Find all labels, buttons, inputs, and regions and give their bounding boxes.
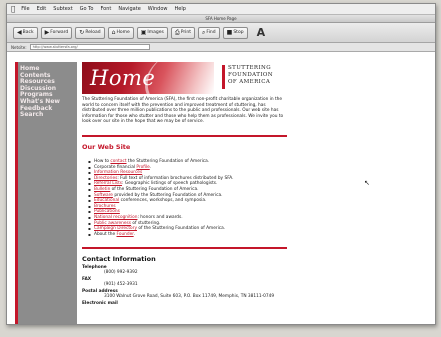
sidebar-links: Home Contents Resources Discussion Progr… (20, 65, 60, 119)
section-divider (82, 247, 287, 250)
org-name: Stuttering Foundation of America (228, 65, 273, 86)
reload-icon: ↻ (79, 29, 85, 36)
section-divider (82, 134, 287, 137)
forward-button-label: Forward (50, 30, 69, 35)
list-item-text: Corporate financial (94, 164, 137, 170)
list-item-link[interactable]: Bulletin (94, 187, 110, 192)
menu-font[interactable]: Font (100, 6, 111, 12)
list-item-link[interactable]: Profile (136, 165, 149, 170)
home-button[interactable]: ⌂ Home (107, 26, 134, 39)
find-icon: ⌕ (202, 28, 206, 36)
list-item-text: About the (94, 231, 117, 237)
list-item-text: : Geographic listings of speech patholog… (122, 181, 218, 187)
list-item-text: : Full text of information brochures dis… (117, 175, 234, 181)
stop-button[interactable]: ■ Stop (222, 26, 248, 39)
print-icon: ⎙ (174, 28, 180, 36)
stop-icon: ■ (226, 29, 233, 36)
list-item-link[interactable]: Educational (94, 198, 119, 203)
list-item-link[interactable]: Publications (94, 209, 120, 214)
list-item-text: conferences, workshops, and symposia. (119, 198, 207, 204)
stop-button-label: Stop (233, 30, 244, 35)
web-site-heading: Our Web Site (82, 142, 131, 151)
sidebar-accent-stripe (15, 62, 18, 324)
forward-arrow-icon: ▶ (44, 29, 50, 36)
browser-toolbar: ◀ Back ▶ Forward ↻ Reload ⌂ Home ▣ Image… (7, 23, 435, 43)
back-button-label: Back (22, 30, 34, 35)
page-header: Home Stuttering Foundation of America (82, 62, 287, 94)
apple-menu-icon[interactable]:  (11, 5, 15, 13)
menu-goto[interactable]: Go To (80, 6, 94, 12)
page-title: Home (90, 66, 156, 90)
menu-file[interactable]: File (21, 6, 29, 12)
reload-button-label: Reload (85, 30, 101, 35)
list-item-text: . (133, 231, 136, 237)
email-label: Electronic mail (82, 301, 118, 307)
images-button-label: Images (147, 30, 164, 35)
list-item-link[interactable]: Public awareness (94, 221, 131, 226)
org-logo: Stuttering Foundation of America (222, 62, 273, 94)
home-button-label: Home (116, 30, 130, 35)
list-item-text: of stuttering. (131, 220, 161, 226)
home-icon: ⌂ (111, 29, 116, 36)
org-name-line3: of America (228, 79, 271, 85)
web-site-list: How to contact the Stuttering Foundation… (82, 159, 287, 237)
org-name-line2: Foundation (228, 72, 274, 78)
org-name-line1: Stuttering (228, 65, 272, 71)
menu-help[interactable]: Help (175, 6, 186, 12)
list-item-link[interactable]: Directories (94, 176, 117, 181)
menu-window[interactable]: Window (148, 6, 168, 12)
list-item-link[interactable]: Brochures (94, 204, 116, 209)
menu-subtext[interactable]: Subtext (53, 6, 72, 12)
list-item-link[interactable]: Campaign Directory (94, 226, 137, 231)
list-item-link[interactable]: Founder (117, 232, 134, 237)
back-button[interactable]: ◀ Back (13, 26, 38, 39)
telephone-value: (800) 992-9392 (104, 270, 138, 276)
postal-value: 3100 Walnut Grove Road, Suite 603, P.O. … (104, 294, 275, 300)
print-button[interactable]: ⎙ Print (170, 26, 196, 39)
contact-heading: Contact Information (82, 255, 156, 264)
mouse-cursor-icon: ↖ (364, 179, 370, 187)
list-item-text: of the Stuttering Foundation of America. (137, 226, 226, 232)
print-button-label: Print (180, 30, 192, 35)
main-content: The Stuttering Foundation of America (SF… (82, 97, 287, 306)
location-bar: Netsite: http://www.stuttersfa.org/ (7, 43, 435, 52)
list-item-text: of the Stuttering Foundation of America. (110, 186, 199, 192)
list-item-text: . (149, 164, 152, 170)
window-title: SFA Home Page (7, 15, 435, 23)
org-logo-mark (222, 65, 225, 89)
forward-button[interactable]: ▶ Forward (40, 26, 73, 39)
list-item-link[interactable]: Referral Lists (94, 181, 122, 186)
home-banner: Home (82, 62, 214, 94)
list-item: About the Founder. (88, 231, 287, 238)
menu-edit[interactable]: Edit (37, 6, 47, 12)
browser-logo-icon: A (256, 26, 266, 39)
list-item-link[interactable]: National recognition (94, 215, 137, 220)
list-item-text: provided by the Stuttering Foundation of… (112, 192, 223, 198)
list-item-link[interactable]: Software (94, 193, 113, 198)
web-page: Home Contents Resources Discussion Progr… (7, 52, 435, 324)
list-item-text: : honors and awards. (137, 214, 183, 220)
list-item-text: How to (94, 158, 111, 164)
url-field[interactable]: http://www.stuttersfa.org/ (29, 44, 150, 50)
intro-paragraph: The Stuttering Foundation of America (SF… (82, 97, 284, 125)
list-item-link[interactable]: contact (110, 159, 126, 164)
menu-navigate[interactable]: Navigate (118, 6, 140, 12)
find-button-label: Find (206, 30, 216, 35)
location-label: Netsite: (11, 44, 27, 50)
sidebar-link-search[interactable]: Search (20, 112, 60, 119)
back-arrow-icon: ◀ (17, 29, 22, 36)
reload-button[interactable]: ↻ Reload (75, 26, 105, 39)
sidebar-nav: Home Contents Resources Discussion Progr… (15, 62, 77, 324)
images-button[interactable]: ▣ Images (136, 26, 168, 39)
image-icon: ▣ (140, 29, 147, 36)
find-button[interactable]: ⌕ Find (198, 26, 220, 39)
list-item-text: the Stuttering Foundation of America. (126, 158, 210, 164)
browser-window:  File Edit Subtext Go To Font Navigate … (6, 3, 436, 325)
menu-bar:  File Edit Subtext Go To Font Navigate … (7, 4, 435, 15)
fax-value: (901) 452-3931 (104, 282, 138, 288)
list-item-link[interactable]: Information Resources (94, 170, 142, 175)
